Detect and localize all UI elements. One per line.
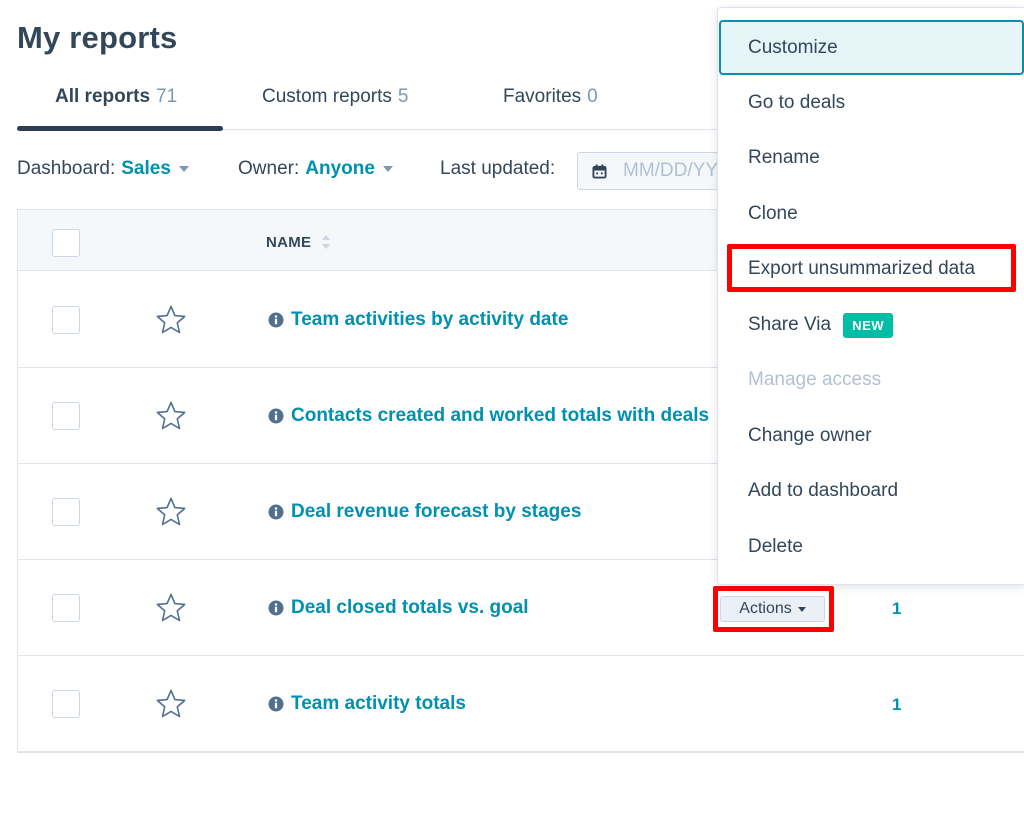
menu-item-export-unsummarized-data[interactable]: Export unsummarized data <box>718 241 1024 297</box>
last-updated-label: Last updated: <box>440 158 556 179</box>
tab-all-reports[interactable]: All reports 71 <box>55 86 177 108</box>
report-name-link[interactable]: Team activity totals <box>268 693 466 715</box>
tab-count: 71 <box>156 86 178 107</box>
row-checkbox[interactable] <box>52 402 80 430</box>
page-title: My reports <box>17 20 178 55</box>
caret-down-icon <box>797 606 806 612</box>
tab-label: Favorites <box>503 86 582 107</box>
owner-filter[interactable]: Owner: Anyone <box>238 158 393 180</box>
tab-count: 5 <box>397 86 409 107</box>
report-name: Deal closed totals vs. goal <box>291 597 529 618</box>
report-name-link[interactable]: Deal revenue forecast by stages <box>268 501 581 523</box>
info-circle-icon[interactable] <box>268 600 284 616</box>
info-circle-icon[interactable] <box>268 504 284 520</box>
new-badge: NEW <box>843 312 894 338</box>
owner-filter-value: Anyone <box>305 158 375 179</box>
row-checkbox[interactable] <box>52 306 80 334</box>
row-count[interactable]: 1 <box>892 695 901 715</box>
dashboard-filter-value: Sales <box>121 158 171 179</box>
sort-icon <box>321 234 330 249</box>
tab-favorites[interactable]: Favorites 0 <box>503 86 598 108</box>
owner-filter-label: Owner: <box>238 158 300 179</box>
report-name: Deal revenue forecast by stages <box>291 501 582 522</box>
tab-custom-reports[interactable]: Custom reports 5 <box>262 86 408 108</box>
select-all-checkbox[interactable] <box>52 229 80 257</box>
actions-dropdown-menu: Customize Go to deals Rename Clone Expor… <box>717 7 1024 585</box>
menu-item-label: Share Via <box>748 314 832 335</box>
report-name: Team activity totals <box>291 693 466 714</box>
menu-item-share-via[interactable]: Share Via NEW <box>718 297 1024 353</box>
row-checkbox[interactable] <box>52 498 80 526</box>
caret-down-icon <box>178 165 189 172</box>
row-checkbox[interactable] <box>52 690 80 718</box>
report-name-link[interactable]: Contacts created and worked totals with … <box>268 405 709 427</box>
star-outline-icon[interactable] <box>155 592 187 624</box>
dashboard-filter[interactable]: Dashboard: Sales <box>17 158 189 180</box>
row-count[interactable]: 1 <box>892 599 901 619</box>
menu-item-rename[interactable]: Rename <box>718 130 1024 186</box>
info-circle-icon[interactable] <box>268 696 284 712</box>
info-circle-icon[interactable] <box>268 408 284 424</box>
active-tab-indicator <box>17 126 223 131</box>
menu-item-manage-access: Manage access <box>748 369 882 390</box>
report-name-link[interactable]: Team activities by activity date <box>268 309 568 331</box>
actions-button[interactable]: Actions <box>720 596 825 622</box>
filter-bar: Dashboard: Sales Owner: Anyone Last update… <box>17 152 757 190</box>
menu-item-change-owner[interactable]: Change owner <box>718 408 1024 464</box>
menu-item-clone[interactable]: Clone <box>718 186 1024 242</box>
star-outline-icon[interactable] <box>155 688 187 720</box>
menu-item-delete[interactable]: Delete <box>718 519 1024 575</box>
row-checkbox[interactable] <box>52 594 80 622</box>
report-name: Contacts created and worked totals with … <box>291 405 710 426</box>
tab-label: Custom reports <box>262 86 392 107</box>
actions-button-label: Actions <box>739 600 792 617</box>
star-outline-icon[interactable] <box>155 496 187 528</box>
name-column-header[interactable]: NAME <box>266 234 331 251</box>
column-label: NAME <box>266 234 312 251</box>
calendar-icon <box>592 163 607 179</box>
tab-count: 0 <box>587 86 598 107</box>
caret-down-icon <box>382 165 393 172</box>
report-name-link[interactable]: Deal closed totals vs. goal <box>268 597 529 619</box>
star-outline-icon[interactable] <box>155 304 187 336</box>
star-outline-icon[interactable] <box>155 400 187 432</box>
tab-label: All reports <box>55 86 151 107</box>
menu-item-go-to-deals[interactable]: Go to deals <box>718 75 1024 131</box>
info-circle-icon[interactable] <box>268 312 284 328</box>
dashboard-filter-label: Dashboard: <box>17 158 116 179</box>
table-row: Team activity totals 1 <box>18 656 1024 752</box>
menu-item-customize[interactable]: Customize <box>719 20 1024 75</box>
menu-item-add-to-dashboard[interactable]: Add to dashboard <box>718 463 1024 519</box>
report-name: Team activities by activity date <box>291 309 569 330</box>
